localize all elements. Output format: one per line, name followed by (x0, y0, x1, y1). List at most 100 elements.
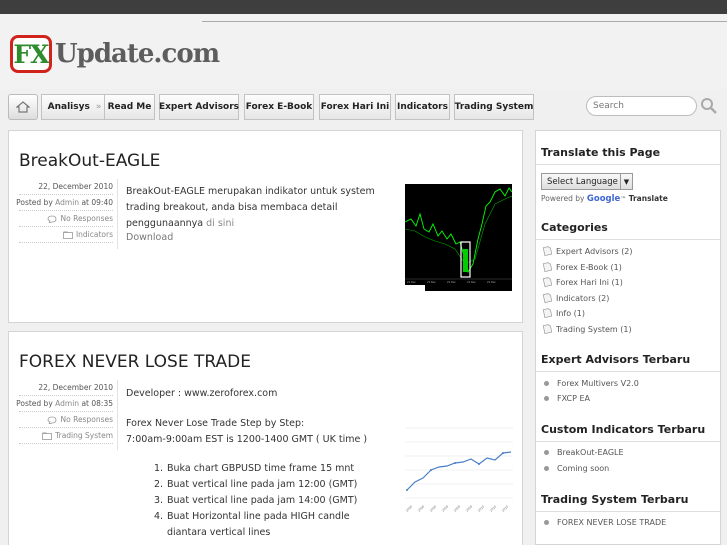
list-item-label: Forex Multivers V2.0 (557, 379, 639, 388)
post-author-line: Posted by Admin at 08:35 (16, 396, 113, 412)
post-card: BreakOut-EAGLE 22, December 2010 Posted … (8, 130, 523, 323)
magnifier-icon[interactable] (700, 97, 718, 115)
list-item[interactable]: FOREX NEVER LOSE TRADE (542, 518, 666, 527)
category-item[interactable]: Trading System (1) (542, 324, 632, 334)
category-item[interactable]: Indicators (2) (542, 293, 609, 303)
post-card: FOREX NEVER LOSE TRADE 22, December 2010… (8, 331, 523, 545)
home-icon (16, 101, 30, 113)
bullet-icon (544, 396, 549, 401)
ea-latest-title: Expert Advisors Terbaru (541, 353, 691, 366)
svg-text:21 Dec: 21 Dec (407, 280, 416, 284)
meta-divider (117, 179, 118, 249)
post-comments[interactable]: No Responses (19, 412, 113, 428)
site-logo[interactable]: FX Update.com (10, 34, 220, 74)
nav-item-label: Read Me (107, 102, 152, 112)
category-item[interactable]: Expert Advisors (2) (542, 246, 633, 256)
bullet-icon (544, 466, 549, 471)
author-link[interactable]: Admin (55, 399, 79, 408)
nav-item-forex-hari-ini[interactable]: Forex Hari Ini (319, 94, 391, 120)
divider (536, 441, 720, 442)
category-item[interactable]: Info (1) (542, 308, 585, 318)
dropdown-arrow-icon: ▼ (620, 174, 632, 189)
svg-text:22 Dec: 22 Dec (447, 280, 456, 284)
bullet-icon (544, 381, 549, 386)
document-icon (542, 262, 552, 272)
step-text: Buat vertical line pada jam 14:00 (GMT) (167, 495, 358, 506)
post-author-line: Posted by Admin at 09:40 (16, 195, 113, 211)
post-category[interactable]: Trading System (19, 428, 113, 444)
post-comments[interactable]: No Responses (19, 211, 113, 227)
search-input[interactable] (586, 96, 697, 116)
list-item: 3. Buat vertical line pada jam 14:00 (GMT… (154, 493, 384, 509)
details-link[interactable]: di sini (206, 218, 234, 229)
posted-by-label: Posted by (16, 198, 53, 207)
comment-icon (48, 416, 57, 424)
post-meta: 22, December 2010 Posted by Admin at 08:… (16, 380, 113, 444)
category-label: Indicators (75, 230, 113, 239)
category-item[interactable]: Forex E-Book (1) (542, 262, 622, 272)
list-item-label: FOREX NEVER LOSE TRADE (557, 518, 667, 527)
list-item[interactable]: Forex Multivers V2.0 (542, 379, 639, 388)
divider (536, 239, 720, 240)
folder-icon (42, 432, 53, 440)
comment-icon (48, 215, 57, 223)
categories-title: Categories (541, 221, 608, 234)
list-item: 4. Buat Horizontal line pada HIGH candle … (154, 509, 384, 541)
divider (536, 371, 720, 372)
category-label: Info (1) (556, 308, 586, 318)
nav-home-button[interactable] (8, 94, 38, 120)
nav-item-analisys[interactable]: Analisys » (41, 94, 108, 120)
post-title[interactable]: FOREX NEVER LOSE TRADE (19, 352, 251, 372)
list-item[interactable]: BreakOut-EAGLE (542, 448, 624, 457)
step-title: Forex Never Lose Trade Step by Step: (126, 418, 305, 429)
list-item: 2. Buat vertical line pada jam 12:00 (GMT… (154, 477, 384, 493)
language-select[interactable]: Select Language ▼ (541, 173, 633, 190)
document-icon (542, 293, 552, 303)
nav-item-label: Trading System (454, 102, 534, 112)
category-label: Trading System (1) (556, 324, 632, 334)
nav-item-forex-ebook[interactable]: Forex E-Book (244, 94, 314, 120)
time-line: 7:00am-9:00am EST is 1200-1400 GMT ( UK … (126, 434, 368, 445)
post-title[interactable]: BreakOut-EAGLE (19, 151, 160, 171)
post-excerpt: BreakOut-EAGLE merupakan indikator untuk… (126, 184, 401, 232)
comments-label: No Responses (60, 415, 113, 424)
author-link[interactable]: Admin (55, 198, 79, 207)
post-time: at 09:40 (81, 198, 113, 207)
nav-item-label: Indicators (397, 102, 448, 112)
powered-by-google[interactable]: Powered by Google™ Translate (541, 194, 668, 204)
translate-title: Translate this Page (541, 146, 661, 159)
post-time: at 08:35 (81, 399, 113, 408)
step-text: Buka chart GBPUSD time frame 15 mnt (167, 463, 355, 474)
strategy-chart-thumbnail[interactable]: 2008 2008 2008 2009 2009 2009 2010 2010 2010 (405, 420, 513, 520)
meta-divider (117, 380, 118, 450)
list-item-label: FXCP EA (557, 394, 590, 403)
divider (536, 511, 720, 512)
document-icon (542, 308, 552, 318)
category-label: Forex E-Book (1) (556, 262, 622, 272)
nav-item-label: Forex E-Book (245, 102, 313, 112)
category-item[interactable]: Forex Hari Ini (1) (542, 277, 623, 287)
list-item[interactable]: FXCP EA (542, 394, 590, 403)
nav-item-indicators[interactable]: Indicators (395, 94, 450, 120)
bullet-icon (544, 450, 549, 455)
trademark-mark: ™ (620, 196, 627, 203)
nav-item-read-me[interactable]: Read Me (104, 94, 155, 120)
google-logo: Google (586, 194, 621, 204)
download-link[interactable]: Download (126, 230, 173, 246)
chevron-down-icon: » (95, 102, 102, 112)
category-label: Indicators (2) (556, 293, 610, 303)
category-label: Trading System (55, 431, 113, 440)
sidebar: Translate this Page Select Language ▼ Po… (535, 130, 721, 545)
steps-list: 1. Buka chart GBPUSD time frame 15 mnt 2.… (154, 461, 384, 541)
post-date: 22, December 2010 (19, 380, 113, 396)
svg-text:22 Dec: 22 Dec (487, 280, 496, 284)
language-select-label: Select Language (547, 176, 618, 187)
indicator-chart-thumbnail[interactable]: 21 Dec 21 Dec 22 Dec 22 Dec 22 Dec (405, 184, 512, 291)
post-category[interactable]: Indicators (19, 227, 113, 243)
nav-item-expert-advisors[interactable]: Expert Advisors (159, 94, 239, 120)
list-item[interactable]: Coming soon (542, 464, 609, 473)
nav-item-trading-system[interactable]: Trading System (454, 94, 534, 120)
nav-item-label: Analisys (47, 102, 90, 112)
browser-top-strip (0, 0, 727, 14)
category-label: Expert Advisors (2) (556, 246, 633, 256)
